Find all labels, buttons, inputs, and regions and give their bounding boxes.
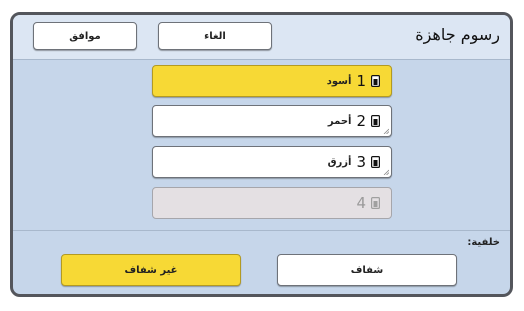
slot-number: 2 [356, 112, 366, 130]
cancel-button[interactable]: الغاء [158, 22, 272, 50]
slot-label: أحمر [327, 115, 352, 127]
slot-content: أحمر 2 [328, 106, 380, 136]
ink-drum-icon [371, 75, 380, 87]
background-label: خلفية: [467, 237, 500, 248]
dialog: موافق الغاء رسوم جاهزة أسود 1 أحمر 2 أزر… [10, 12, 513, 297]
slot-number: 4 [356, 194, 366, 212]
slot-label: أسود [326, 75, 352, 87]
slot-button-2[interactable]: أحمر 2 [152, 105, 392, 137]
resize-handle-icon [383, 169, 389, 175]
slot-label: أزرق [327, 156, 352, 168]
slot-number: 3 [356, 153, 366, 171]
slot-button-3[interactable]: أزرق 3 [152, 146, 392, 178]
slot-content: أزرق 3 [328, 147, 380, 177]
slot-number: 1 [356, 72, 366, 90]
dialog-header: موافق الغاء رسوم جاهزة [13, 15, 510, 60]
ink-drum-icon [371, 197, 380, 209]
slot-button-1[interactable]: أسود 1 [152, 65, 392, 97]
ink-drum-icon [371, 156, 380, 168]
dialog-title: رسوم جاهزة [415, 25, 500, 44]
ink-drum-icon [371, 115, 380, 127]
divider [13, 230, 510, 231]
slot-content: 4 [356, 188, 380, 218]
slot-button-4[interactable]: 4 [152, 187, 392, 219]
transparent-option-button[interactable]: شفاف [277, 254, 457, 286]
opaque-option-button[interactable]: غير شفاف [61, 254, 241, 286]
resize-handle-icon [383, 128, 389, 134]
ok-button[interactable]: موافق [33, 22, 137, 50]
slot-content: أسود 1 [327, 66, 380, 96]
